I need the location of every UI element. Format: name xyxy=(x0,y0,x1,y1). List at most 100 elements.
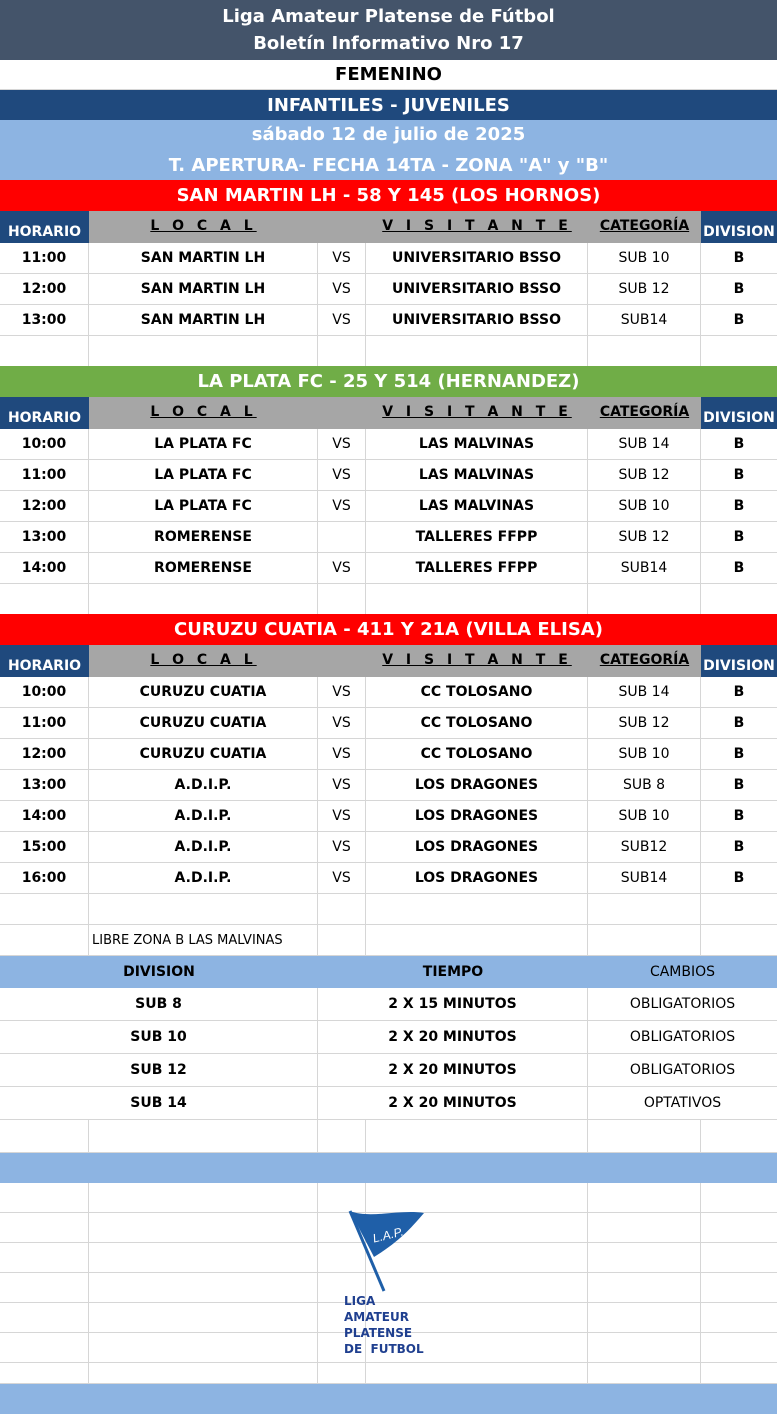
rule-cambios: OPTATIVOS xyxy=(588,1087,777,1120)
league-logo: L.A.P. LIGA AMATEUR PLATENSE DE FUTBOL xyxy=(340,1205,450,1365)
vs-label: VS xyxy=(318,491,366,522)
venue-title: SAN MARTIN LH - 58 Y 145 (LOS HORNOS) xyxy=(0,180,777,211)
match-time: 11:00 xyxy=(0,708,89,739)
table-row: 16:00 A.D.I.P. VS LOS DRAGONES SUB14 B xyxy=(0,863,777,894)
header-division: DIVISION xyxy=(701,397,777,429)
header-spacer xyxy=(318,397,366,429)
empty-cell xyxy=(318,1363,366,1384)
empty-cell xyxy=(0,925,89,956)
rules-row: SUB 12 2 X 20 MINUTOS OBLIGATORIOS xyxy=(0,1054,777,1087)
divider-band xyxy=(0,1153,777,1183)
match-category: SUB 10 xyxy=(588,739,701,770)
empty-cell xyxy=(89,1120,318,1153)
empty-cell xyxy=(366,1363,588,1384)
visitor-team: TALLERES FFPP xyxy=(366,522,588,553)
visitor-team: CC TOLOSANO xyxy=(366,708,588,739)
visitor-team: LOS DRAGONES xyxy=(366,801,588,832)
spacer-row xyxy=(0,584,777,615)
footer-band xyxy=(0,1384,777,1414)
empty-cell xyxy=(588,336,701,367)
table-row: 10:00 CURUZU CUATIA VS CC TOLOSANO SUB 14 B xyxy=(0,677,777,708)
header-spacer xyxy=(318,211,366,243)
vs-label: VS xyxy=(318,677,366,708)
visitor-team: UNIVERSITARIO BSSO xyxy=(366,274,588,305)
empty-cell xyxy=(89,1303,318,1333)
match-category: SUB14 xyxy=(588,305,701,336)
empty-cell xyxy=(89,1333,318,1363)
match-time: 14:00 xyxy=(0,553,89,584)
venue-title: LA PLATA FC - 25 Y 514 (HERNANDEZ) xyxy=(0,366,777,397)
local-team: CURUZU CUATIA xyxy=(89,677,318,708)
empty-cell xyxy=(588,1183,701,1213)
match-time: 12:00 xyxy=(0,491,89,522)
local-team: ROMERENSE xyxy=(89,553,318,584)
empty-cell xyxy=(366,336,588,367)
empty-cell xyxy=(701,1120,777,1153)
empty-cell xyxy=(366,925,588,956)
local-team: ROMERENSE xyxy=(89,522,318,553)
empty-cell xyxy=(0,1120,89,1153)
empty-cell xyxy=(0,1273,89,1303)
league-name: Liga Amateur Platense de Fútbol xyxy=(222,6,555,27)
vs-label: VS xyxy=(318,553,366,584)
bulletin-title: Liga Amateur Platense de Fútbol Boletín … xyxy=(0,0,777,60)
empty-cell xyxy=(89,1213,318,1243)
match-division: B xyxy=(701,832,777,863)
local-team: SAN MARTIN LH xyxy=(89,243,318,274)
match-division: B xyxy=(701,677,777,708)
header-spacer xyxy=(318,645,366,677)
empty-cell xyxy=(89,584,318,615)
empty-cell xyxy=(0,1183,89,1213)
match-category: SUB 10 xyxy=(588,801,701,832)
match-division: B xyxy=(701,491,777,522)
empty-cell xyxy=(701,925,777,956)
empty-cell xyxy=(701,336,777,367)
empty-cell xyxy=(0,1243,89,1273)
empty-cell xyxy=(89,1183,318,1213)
rule-tiempo: 2 X 20 MINUTOS xyxy=(318,1087,588,1120)
empty-cell xyxy=(701,1243,777,1273)
spacer-row xyxy=(0,336,777,367)
table-row: 15:00 A.D.I.P. VS LOS DRAGONES SUB12 B xyxy=(0,832,777,863)
vs-label: VS xyxy=(318,243,366,274)
empty-cell xyxy=(0,894,89,925)
vs-label: VS xyxy=(318,708,366,739)
local-team: A.D.I.P. xyxy=(89,863,318,894)
match-category: SUB 10 xyxy=(588,491,701,522)
local-team: SAN MARTIN LH xyxy=(89,274,318,305)
visitor-team: LOS DRAGONES xyxy=(366,863,588,894)
spacer-row xyxy=(0,894,777,925)
header-categoria: CATEGORÍA xyxy=(588,211,701,243)
match-division: B xyxy=(701,863,777,894)
empty-cell xyxy=(89,1363,318,1384)
table-header: HORARIO L O C A L V I S I T A N T E CATE… xyxy=(0,211,777,243)
empty-cell xyxy=(588,1303,701,1333)
logo-line: AMATEUR xyxy=(344,1310,409,1324)
match-category: SUB 10 xyxy=(588,243,701,274)
table-row: 12:00 CURUZU CUATIA VS CC TOLOSANO SUB 10 B xyxy=(0,739,777,770)
empty-cell xyxy=(0,1333,89,1363)
header-horario: HORARIO xyxy=(0,397,89,429)
visitor-team: LAS MALVINAS xyxy=(366,460,588,491)
match-time: 13:00 xyxy=(0,770,89,801)
match-category: SUB 12 xyxy=(588,274,701,305)
bulletin-number: Boletín Informativo Nro 17 xyxy=(253,33,524,54)
empty-cell xyxy=(366,1120,588,1153)
empty-cell xyxy=(89,336,318,367)
visitor-team: LOS DRAGONES xyxy=(366,770,588,801)
visitor-team: LAS MALVINAS xyxy=(366,429,588,460)
rules-header-tiempo: TIEMPO xyxy=(422,964,484,980)
visitor-team: CC TOLOSANO xyxy=(366,677,588,708)
local-team: CURUZU CUATIA xyxy=(89,708,318,739)
rules-header-division: DIVISION xyxy=(123,964,195,980)
visitor-team: UNIVERSITARIO BSSO xyxy=(366,243,588,274)
rules-row: SUB 82 X 15 MINUTOS OBLIGATORIOS xyxy=(0,988,777,1021)
match-time: 11:00 xyxy=(0,460,89,491)
table-row: 12:00 LA PLATA FC VS LAS MALVINAS SUB 10 B xyxy=(0,491,777,522)
local-team: LA PLATA FC xyxy=(89,429,318,460)
match-category: SUB 14 xyxy=(588,677,701,708)
header-categoria: CATEGORÍA xyxy=(588,397,701,429)
table-row: 13:00 SAN MARTIN LH VS UNIVERSITARIO BSSO SU… xyxy=(0,305,777,336)
table-row: 14:00 ROMERENSE VS TALLERES FFPP SUB14 B xyxy=(0,553,777,584)
match-division: B xyxy=(701,429,777,460)
